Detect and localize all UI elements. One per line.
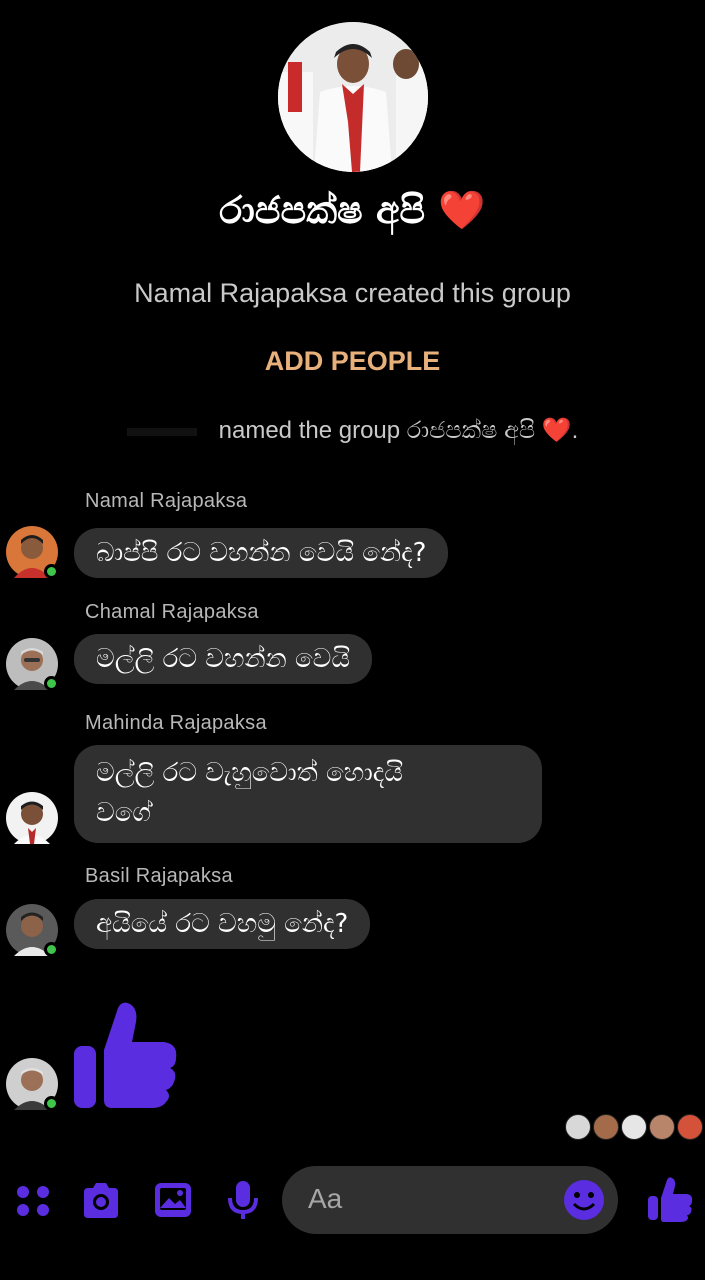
add-people-button[interactable]: ADD PEOPLE [0, 346, 705, 377]
read-receipt-avatar [649, 1114, 675, 1140]
thumbs-up-icon[interactable] [72, 1000, 180, 1110]
message-bubble[interactable]: මල්ලි රට වහන්න වෙයි [74, 634, 373, 684]
message-input[interactable]: Aa [282, 1166, 618, 1234]
read-receipts [565, 1112, 705, 1142]
message-bubble[interactable]: අයියේ රට වහමු නේද? [74, 899, 371, 949]
message-input-placeholder: Aa [308, 1183, 343, 1214]
group-avatar[interactable] [278, 22, 428, 172]
gallery-icon[interactable] [152, 1180, 194, 1220]
message-text: බාප්පි රට වහන්න වෙයි නේද? [96, 538, 427, 568]
message-text: මල්ලි රට වහන්න වෙයි [96, 644, 351, 674]
message-bubble[interactable]: බාප්පි රට වහන්න වෙයි නේද? [74, 528, 449, 578]
avatar[interactable] [6, 638, 59, 691]
sender-name: Basil Rajapaksa [85, 865, 233, 887]
avatar[interactable] [6, 526, 59, 579]
message-text-line: මල්ලි රට වැහුවොත් හොදයි [96, 758, 403, 788]
emoji-icon[interactable] [562, 1178, 606, 1222]
avatar-image [6, 792, 58, 844]
message-bubble[interactable]: මල්ලි රට වැහුවොත් හොදයි වගේ [74, 745, 542, 843]
sender-name: Namal Rajapaksa [85, 490, 248, 512]
microphone-icon[interactable] [222, 1180, 264, 1220]
rename-text: named the group රාජපක්ෂ අපි [218, 417, 536, 444]
group-avatar-image [278, 22, 428, 172]
avatar[interactable] [6, 1058, 59, 1111]
heart-icon: ❤️ [541, 417, 572, 444]
online-indicator [44, 564, 59, 579]
group-renamed-notice: named the group රාජපක්ෂ අපි ❤️. [0, 416, 705, 445]
redacted-name [126, 427, 197, 436]
camera-icon[interactable] [80, 1180, 122, 1220]
group-title: රාජපක්ෂ අපි ❤️ [0, 188, 705, 233]
group-title-text: රාජපක්ෂ අපි [219, 188, 426, 232]
message-text: අයියේ රට වහමු නේද? [96, 909, 349, 939]
sender-name: Mahinda Rajapaksa [85, 712, 267, 734]
online-indicator [44, 676, 59, 691]
group-created-notice: Namal Rajapaksa created this group [134, 278, 571, 308]
online-indicator [44, 942, 59, 957]
read-receipt-avatar [677, 1114, 703, 1140]
sender-name: Chamal Rajapaksa [85, 601, 259, 623]
rename-suffix: . [571, 417, 579, 444]
read-receipt-avatar [593, 1114, 619, 1140]
avatar[interactable] [6, 792, 58, 844]
message-text-line: වගේ [96, 798, 151, 828]
menu-grid-icon[interactable] [12, 1180, 54, 1220]
read-receipt-avatar [621, 1114, 647, 1140]
thumbs-up-icon[interactable] [646, 1176, 694, 1222]
avatar[interactable] [6, 904, 59, 957]
online-indicator [44, 1096, 59, 1111]
heart-icon: ❤️ [438, 188, 486, 232]
read-receipt-avatar [565, 1114, 591, 1140]
